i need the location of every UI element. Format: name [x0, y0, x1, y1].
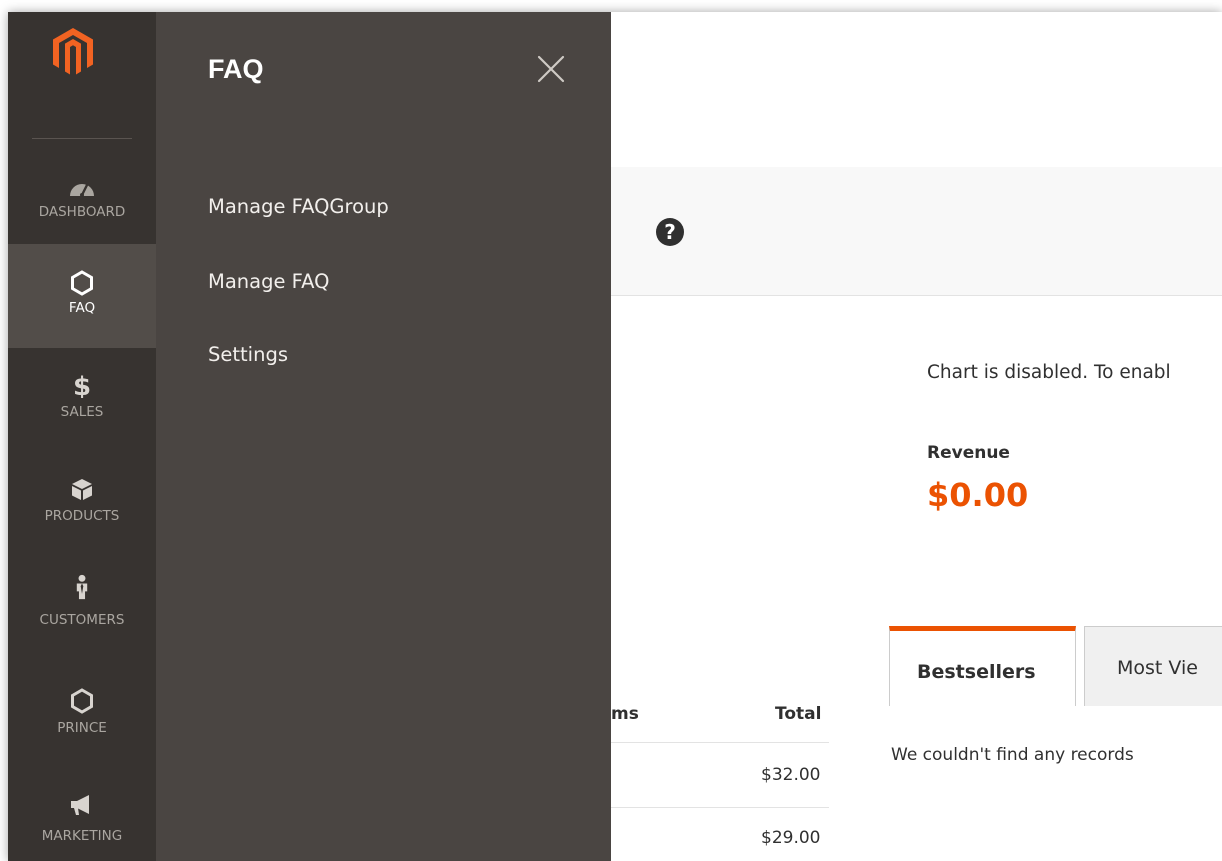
nav-label-sales: SALES	[60, 404, 104, 420]
tab-label: Most Vie	[1117, 657, 1198, 679]
tab-label: Bestsellers	[917, 661, 1036, 683]
dashboard-gauge-icon	[70, 183, 94, 197]
nav-item-dashboard[interactable]: DASHBOARD	[8, 152, 156, 256]
logo-link[interactable]	[8, 12, 156, 140]
box-icon	[72, 479, 92, 500]
submenu-title: FAQ	[208, 54, 264, 84]
page-header	[611, 12, 1222, 168]
nav-label-marketing: MARKETING	[41, 828, 123, 844]
nav-divider	[32, 138, 132, 139]
svg-text:$: $	[73, 372, 91, 398]
revenue-label: Revenue	[927, 443, 1010, 463]
nav-label-faq: FAQ	[68, 300, 96, 316]
svg-text:?: ?	[664, 220, 676, 244]
nav-label-products: PRODUCTS	[44, 508, 120, 524]
no-records-message: We couldn't find any records	[891, 745, 1134, 765]
nav-item-sales[interactable]: $ SALES	[8, 348, 156, 452]
admin-sidebar: DASHBOARD FAQ $ SALES PRODUCTS CUSTOMERS…	[8, 12, 156, 861]
table-header-items: ms	[611, 704, 639, 724]
help-question-icon[interactable]: ?	[655, 217, 685, 247]
table-row-total: $29.00	[761, 828, 821, 848]
magento-logo	[53, 28, 93, 75]
nav-label-dashboard: DASHBOARD	[38, 204, 126, 220]
dollar-icon: $	[73, 372, 91, 398]
table-row-total: $32.00	[761, 765, 821, 785]
person-icon	[76, 574, 88, 600]
close-icon[interactable]	[536, 54, 566, 84]
nav-item-prince[interactable]: PRINCE	[8, 660, 156, 764]
table-row-divider	[611, 807, 829, 808]
submenu-item-manage-faq[interactable]: Manage FAQ	[208, 270, 329, 293]
nav-label-customers: CUSTOMERS	[39, 612, 125, 628]
table-header-total: Total	[775, 704, 822, 724]
hexagon-icon	[71, 270, 93, 296]
nav-label-prince: PRINCE	[57, 720, 107, 736]
nav-item-faq[interactable]: FAQ	[8, 244, 156, 348]
faq-submenu-flyout: FAQ Manage FAQGroup Manage FAQ Settings	[156, 12, 611, 861]
table-row-divider	[611, 742, 829, 743]
admin-window: DASHBOARD FAQ $ SALES PRODUCTS CUSTOMERS…	[8, 12, 1222, 861]
tab-bestsellers[interactable]: Bestsellers	[889, 626, 1076, 706]
submenu-item-settings[interactable]: Settings	[208, 343, 288, 366]
hexagon-icon	[71, 688, 93, 714]
chart-disabled-message: Chart is disabled. To enabl	[927, 362, 1171, 383]
nav-item-products[interactable]: PRODUCTS	[8, 452, 156, 556]
nav-item-marketing[interactable]: MARKETING	[8, 764, 156, 861]
nav-item-customers[interactable]: CUSTOMERS	[8, 556, 156, 660]
submenu-item-manage-faqgroup[interactable]: Manage FAQGroup	[208, 195, 389, 218]
page-actions-bar	[611, 167, 1222, 296]
dashboard-page: ? Chart is disabled. To enabl Revenue $0…	[611, 12, 1222, 861]
revenue-value: $0.00	[927, 476, 1029, 514]
megaphone-icon	[71, 795, 89, 815]
tab-most-viewed[interactable]: Most Vie	[1084, 626, 1222, 706]
